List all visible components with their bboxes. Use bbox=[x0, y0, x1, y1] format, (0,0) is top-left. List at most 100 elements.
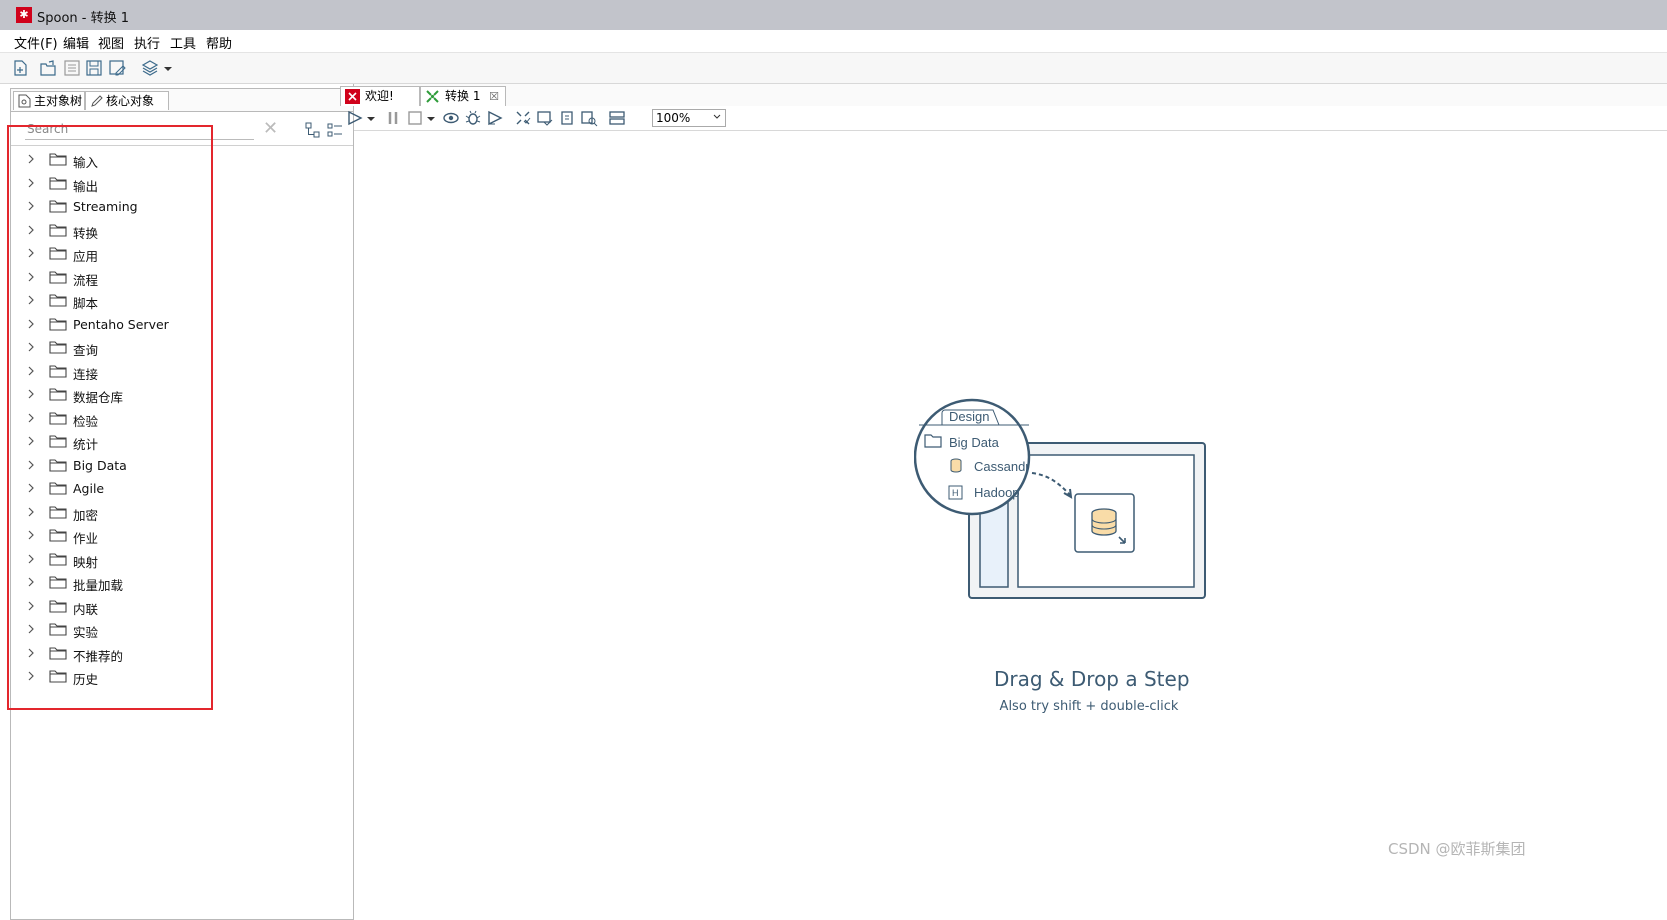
save-icon[interactable] bbox=[84, 58, 104, 78]
pause-icon[interactable] bbox=[384, 109, 402, 127]
tree-item[interactable]: 检验 bbox=[11, 408, 341, 430]
tree-item[interactable]: Pentaho Server bbox=[11, 314, 341, 336]
left-tab-bar: 主对象树 核心对象 bbox=[11, 89, 354, 112]
tree-item[interactable]: 数据仓库 bbox=[11, 384, 341, 406]
folder-icon bbox=[49, 458, 67, 472]
preview-icon[interactable] bbox=[442, 109, 460, 127]
sql-icon[interactable] bbox=[558, 109, 576, 127]
chevron-right-icon[interactable] bbox=[25, 199, 37, 213]
chevron-right-icon[interactable] bbox=[25, 669, 37, 683]
tree-item[interactable]: 输出 bbox=[11, 173, 341, 195]
chevron-right-icon[interactable] bbox=[25, 411, 37, 425]
chevron-right-icon[interactable] bbox=[25, 340, 37, 354]
search-row: ✕ bbox=[11, 115, 354, 146]
new-file-icon[interactable] bbox=[10, 58, 30, 78]
tree-item-label: 流程 bbox=[73, 272, 99, 288]
chevron-right-icon[interactable] bbox=[25, 646, 37, 660]
chevron-right-icon[interactable] bbox=[25, 246, 37, 260]
clear-search-icon[interactable]: ✕ bbox=[263, 120, 279, 138]
menu-tools[interactable]: 工具 bbox=[170, 33, 196, 52]
chevron-right-icon[interactable] bbox=[25, 364, 37, 378]
close-tab-icon[interactable]: ☒ bbox=[489, 87, 499, 106]
run-icon[interactable] bbox=[346, 109, 364, 127]
tree-item[interactable]: Streaming bbox=[11, 196, 341, 218]
tree-item[interactable]: 转换 bbox=[11, 220, 341, 242]
stop-dropdown-icon[interactable] bbox=[426, 109, 436, 127]
tree-item[interactable]: 历史 bbox=[11, 666, 341, 688]
chevron-right-icon[interactable] bbox=[25, 176, 37, 190]
chevron-right-icon[interactable] bbox=[25, 505, 37, 519]
tree-item-label: Big Data bbox=[73, 457, 127, 473]
tab-welcome[interactable]: 欢迎! bbox=[340, 86, 420, 106]
show-results-icon[interactable] bbox=[608, 109, 626, 127]
save-as-icon[interactable] bbox=[107, 58, 127, 78]
tree-item-label: Streaming bbox=[73, 199, 138, 214]
menu-edit[interactable]: 编辑 bbox=[63, 33, 89, 52]
tree-item-label: 历史 bbox=[73, 672, 99, 687]
folder-icon bbox=[49, 623, 67, 636]
tree-item[interactable]: 统计 bbox=[11, 431, 341, 453]
tree-item[interactable]: 不推荐的 bbox=[11, 643, 341, 665]
explore-db-icon[interactable] bbox=[580, 109, 598, 127]
impact-icon[interactable] bbox=[536, 109, 554, 127]
chevron-right-icon[interactable] bbox=[25, 599, 37, 613]
layers-icon[interactable] bbox=[140, 58, 160, 78]
tree-item[interactable]: 加密 bbox=[11, 502, 341, 524]
zoom-select[interactable]: 100% bbox=[652, 109, 726, 127]
stop-icon[interactable] bbox=[406, 109, 424, 127]
tree-item[interactable]: 应用 bbox=[11, 243, 341, 265]
tree-item[interactable]: 查询 bbox=[11, 337, 341, 359]
menu-view[interactable]: 视图 bbox=[98, 33, 124, 52]
chevron-right-icon[interactable] bbox=[25, 528, 37, 542]
chevron-right-icon[interactable] bbox=[25, 317, 37, 331]
transformation-canvas[interactable]: Design Big Data Cassandr H Hadoop Drag &… bbox=[354, 131, 1667, 920]
tree-item[interactable]: 实验 bbox=[11, 619, 341, 641]
debug-icon[interactable] bbox=[464, 109, 482, 127]
chevron-right-icon[interactable] bbox=[25, 434, 37, 448]
collapse-tree-icon[interactable] bbox=[305, 122, 321, 138]
chevron-right-icon[interactable] bbox=[25, 458, 37, 472]
chevron-right-icon[interactable] bbox=[25, 552, 37, 566]
chevron-right-icon[interactable] bbox=[25, 293, 37, 307]
tree-item-label: 检验 bbox=[73, 413, 99, 429]
cassandra-label: Cassandr bbox=[974, 459, 1030, 474]
menu-run[interactable]: 执行 bbox=[134, 33, 160, 52]
tree-item[interactable]: Agile bbox=[11, 478, 341, 500]
chevron-right-icon[interactable] bbox=[25, 223, 37, 237]
main-toolbar bbox=[0, 53, 1667, 84]
layers-dropdown-icon[interactable] bbox=[162, 58, 174, 78]
tree-item[interactable]: 作业 bbox=[11, 525, 341, 547]
chevron-right-icon[interactable] bbox=[25, 152, 37, 166]
chevron-right-icon[interactable] bbox=[25, 622, 37, 636]
chevron-right-icon[interactable] bbox=[25, 387, 37, 401]
tree-item[interactable]: 连接 bbox=[11, 361, 341, 383]
menu-bar: 文件(F) 编辑 视图 执行 工具 帮助 bbox=[0, 30, 1667, 53]
tab-core-objects[interactable]: 核心对象 bbox=[85, 91, 169, 110]
verify-icon[interactable] bbox=[514, 109, 532, 127]
tree-item[interactable]: 批量加载 bbox=[11, 572, 341, 594]
folder-icon bbox=[49, 529, 67, 542]
chevron-right-icon[interactable] bbox=[25, 270, 37, 284]
tree-item[interactable]: 脚本 bbox=[11, 290, 341, 312]
menu-file[interactable]: 文件(F) bbox=[14, 33, 58, 52]
expand-tree-icon[interactable] bbox=[327, 122, 343, 138]
run-dropdown-icon[interactable] bbox=[366, 109, 376, 127]
folder-icon bbox=[49, 223, 67, 237]
tab-transformation-1[interactable]: 转换 1 ☒ bbox=[420, 86, 506, 106]
search-input[interactable] bbox=[25, 119, 254, 140]
spoon-logo-icon: ✱ bbox=[16, 7, 32, 23]
tree-item[interactable]: 内联 bbox=[11, 596, 341, 618]
chevron-right-icon[interactable] bbox=[25, 481, 37, 495]
tree-item[interactable]: Big Data bbox=[11, 455, 341, 477]
replay-icon[interactable] bbox=[486, 109, 504, 127]
explore-repository-icon[interactable] bbox=[62, 58, 82, 78]
tree-item[interactable]: 映射 bbox=[11, 549, 341, 571]
menu-help[interactable]: 帮助 bbox=[206, 33, 232, 52]
open-file-icon[interactable] bbox=[38, 58, 58, 78]
tree-item[interactable]: 输入 bbox=[11, 149, 341, 171]
tree-item[interactable]: 流程 bbox=[11, 267, 341, 289]
tab-main-object-tree[interactable]: 主对象树 bbox=[13, 91, 85, 110]
right-panel: 欢迎! 转换 1 ☒ 100% Design Big Data Cassandr… bbox=[340, 84, 1667, 920]
transformation-toolbar: 100% bbox=[348, 106, 1667, 131]
chevron-right-icon[interactable] bbox=[25, 575, 37, 589]
